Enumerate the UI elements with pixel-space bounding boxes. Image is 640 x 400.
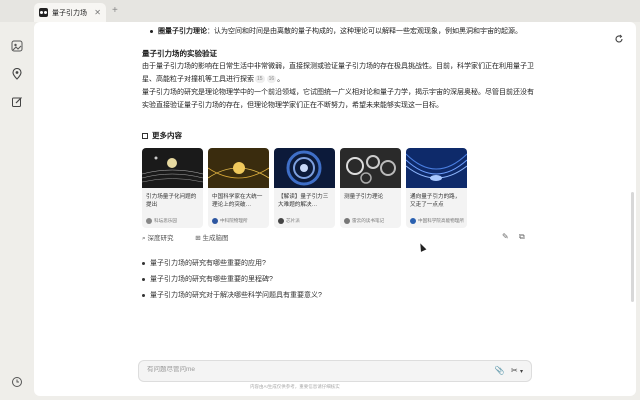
related-card[interactable]: 测量子引力理论 雷云的读书笔记: [340, 148, 401, 228]
bullet-dot: [142, 261, 145, 265]
card-source: 雷云的读书笔记: [344, 218, 384, 224]
main-panel: 圈量子引力理论：认为空间和时间是由离散的量子构成的，这种理论可以解释一些宏观现象…: [34, 22, 636, 396]
citation-ref[interactable]: 16: [266, 75, 277, 84]
bullet-dot: [150, 29, 153, 33]
card-source: 中国科学院高能物理所: [410, 218, 464, 224]
source-avatar: [278, 218, 284, 224]
more-content-title: 更多内容: [142, 130, 182, 141]
card-source: 科坛思乐园: [146, 218, 177, 224]
input-actions: 📎 ✂ ▾: [495, 366, 523, 375]
source-avatar: [212, 218, 218, 224]
card-source-name: 中国科学院高能物理所: [418, 218, 464, 223]
edit-answer-icon[interactable]: ✎: [502, 232, 509, 241]
bullet-item: 圈量子引力理论：认为空间和时间是由离散的量子构成的，这种理论可以解释一些宏观现象…: [150, 26, 530, 37]
disclaimer: 内容由AI生成仅供参考，重要信息请仔细核实: [250, 384, 340, 389]
related-card[interactable]: 引力场量子化问题的提出 科坛思乐园: [142, 148, 203, 228]
sidebar: [0, 22, 34, 400]
grid-icon: [142, 133, 148, 139]
card-title: 【解读】量子引力三大难题的解决…: [278, 194, 329, 208]
chevron-down-icon[interactable]: ▾: [520, 369, 523, 375]
card-thumbnail: [274, 148, 335, 188]
location-icon[interactable]: [11, 67, 23, 80]
tab-close-icon[interactable]: ✕: [94, 8, 101, 17]
paragraph-1-text: 由于量子引力场的影响在日常生活中非常微弱，直接探测或验证量子引力场的存在极具挑战…: [142, 63, 534, 83]
card-title: 中国科学家在大统一理论上的突破…: [212, 194, 263, 208]
history-icon[interactable]: [11, 376, 23, 388]
source-avatar: [410, 218, 416, 224]
tab-active[interactable]: 量子引力场 ✕: [34, 3, 106, 22]
section-heading: 量子引力场的实验验证: [142, 49, 217, 58]
related-card[interactable]: 通向量子引力的路，又走了一点点 中国科学院高能物理所: [406, 148, 467, 228]
mind-map-label: 生成脑图: [202, 235, 229, 242]
card-source-name: 科坛思乐园: [154, 218, 177, 223]
copy-icon[interactable]: ⧉: [519, 232, 525, 242]
suggestion-item[interactable]: 量子引力场的研究有哪些重要的应用?: [142, 258, 266, 268]
suggestion-item[interactable]: 量子引力场的研究有哪些重要的里程碑?: [142, 274, 273, 284]
related-card[interactable]: 中国科学家在大统一理论上的突破… 中科院物理所: [208, 148, 269, 228]
card-thumbnail: [340, 148, 401, 188]
source-avatar: [146, 218, 152, 224]
mind-map-button[interactable]: ⊞ 生成脑图: [195, 235, 238, 242]
scrollbar[interactable]: [631, 192, 634, 302]
source-avatar: [344, 218, 350, 224]
suggestion-text: 量子引力场的研究有哪些重要的应用?: [150, 260, 266, 267]
card-source-name: 芯片派: [286, 218, 300, 223]
deep-research-button[interactable]: ⌕ 深度研究: [142, 235, 183, 242]
suggestion-text: 量子引力场的研究对于解决哪些科学问题具有重要意义?: [150, 292, 322, 299]
card-source: 芯片派: [278, 218, 300, 224]
related-card[interactable]: 【解读】量子引力三大难题的解决… 芯片派: [274, 148, 335, 228]
card-source-name: 雷云的读书笔记: [352, 218, 385, 223]
card-thumbnail: [208, 148, 269, 188]
card-source: 中科院物理所: [212, 218, 248, 224]
bullet-dot: [142, 277, 145, 281]
bullet-dot: [142, 293, 145, 297]
more-content-label: 更多内容: [152, 131, 182, 140]
related-cards: 引力场量子化问题的提出 科坛思乐园 中国科学家在大统一理论上的突破… 中科院物理…: [142, 148, 542, 228]
bullet-text: ：认为空间和时间是由离散的量子构成的，这种理论可以解释一些宏观现象，例如黑洞和宇…: [207, 28, 522, 35]
card-thumbnail: [406, 148, 467, 188]
avatar-icon[interactable]: [11, 40, 23, 52]
card-thumbnail: [142, 148, 203, 188]
paragraph-2: 量子引力场的研究是理论物理学中的一个前沿领域，它试图统一广义相对论和量子力学，揭…: [142, 89, 534, 109]
edit-icon[interactable]: [11, 96, 23, 108]
paragraph-1-end: 。: [277, 76, 285, 83]
panda-favicon-icon: [39, 8, 48, 17]
answer-actions: ⌕ 深度研究 ⊞ 生成脑图: [142, 232, 249, 243]
chat-input[interactable]: [147, 366, 447, 373]
suggestion-text: 量子引力场的研究有哪些重要的里程碑?: [150, 276, 273, 283]
attach-icon[interactable]: 📎: [495, 366, 505, 375]
card-source-name: 中科院物理所: [220, 218, 248, 223]
deep-research-label: 深度研究: [147, 235, 174, 242]
refresh-icon[interactable]: [614, 34, 624, 47]
bullet-term: 圈量子引力理论: [158, 28, 207, 35]
citation-ref[interactable]: 15: [255, 75, 265, 84]
card-title: 引力场量子化问题的提出: [146, 194, 197, 208]
tab-title: 量子引力场: [52, 9, 87, 17]
chat-input-box: 📎 ✂ ▾: [138, 360, 532, 382]
tab-bar: 量子引力场 ✕ +: [0, 0, 640, 22]
paragraph-1: 由于量子引力场的影响在日常生活中非常微弱，直接探测或验证量子引力场的存在极具挑战…: [142, 60, 534, 86]
card-title: 通向量子引力的路，又走了一点点: [410, 194, 461, 208]
card-title: 测量子引力理论: [344, 194, 384, 200]
scissors-icon[interactable]: ✂: [511, 366, 518, 375]
new-tab-icon[interactable]: +: [112, 5, 118, 16]
suggestion-item[interactable]: 量子引力场的研究对于解决哪些科学问题具有重要意义?: [142, 290, 322, 300]
